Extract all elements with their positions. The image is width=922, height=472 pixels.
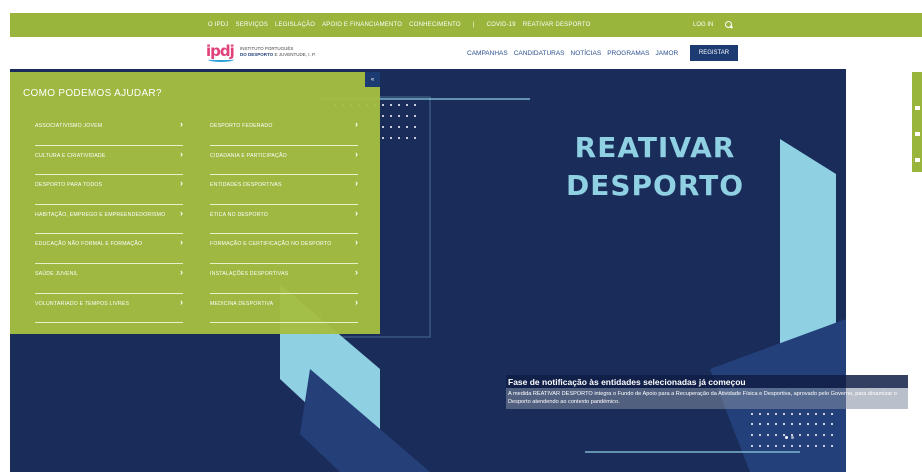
carousel-dots bbox=[785, 436, 794, 439]
chevron-right-icon: › bbox=[180, 266, 183, 277]
topnav-item-servicos[interactable]: SERVIÇOS bbox=[236, 22, 269, 28]
search-icon[interactable] bbox=[725, 21, 733, 29]
ipdj-logo[interactable]: ipdj INSTITUTO PORTUGUÊS DO DESPORTO E J… bbox=[206, 40, 316, 64]
help-column-2: DESPORTO FEDERADO › CIDADANIA E PARTICIPA… bbox=[210, 116, 358, 324]
help-item-saude-juvenil[interactable]: SAÚDE JUVENIL › bbox=[35, 264, 183, 294]
hero-title-line-1: REATIVAR bbox=[574, 131, 736, 164]
nav-noticias[interactable]: NOTÍCIAS bbox=[571, 50, 602, 57]
slide-caption[interactable]: Fase de notificação às entidades selecio… bbox=[506, 375, 908, 409]
help-item-label: ÉTICA NO DESPORTO bbox=[210, 211, 268, 218]
topnav-item-legislacao[interactable]: LEGISLAÇÃO bbox=[275, 22, 315, 28]
chevron-right-icon: › bbox=[180, 296, 183, 307]
topnav-item-apoio[interactable]: APOIO E FINANCIAMENTO bbox=[322, 22, 402, 28]
social-side-widget bbox=[912, 72, 922, 172]
topnav-item-o-ipdj[interactable]: O IPDJ bbox=[208, 22, 229, 28]
topnav-item-reativar[interactable]: REATIVAR DESPORTO bbox=[523, 22, 591, 28]
help-item-educacao[interactable]: EDUCAÇÃO NÃO FORMAL E FORMAÇÃO › bbox=[35, 234, 183, 264]
carousel-dot-1[interactable] bbox=[785, 436, 788, 439]
top-nav: O IPDJ SERVIÇOS LEGISLAÇÃO APOIO E FINAN… bbox=[208, 13, 590, 37]
hero-title-line-2: DESPORTO bbox=[565, 169, 745, 202]
chevron-right-icon: › bbox=[355, 178, 358, 189]
help-item-etica[interactable]: ÉTICA NO DESPORTO › bbox=[210, 205, 358, 235]
help-item-medicina[interactable]: MEDICINA DESPORTIVA › bbox=[210, 294, 358, 324]
help-item-label: EDUCAÇÃO NÃO FORMAL E FORMAÇÃO bbox=[35, 241, 143, 248]
logo-line-2a: DO DESPORTO bbox=[240, 52, 274, 57]
chevron-right-icon: › bbox=[180, 119, 183, 129]
help-item-label: VOLUNTARIADO E TEMPOS LIVRES bbox=[35, 300, 130, 307]
logo-mark: ipdj bbox=[206, 40, 236, 64]
register-button[interactable]: REGISTAR bbox=[690, 45, 738, 61]
help-item-formacao[interactable]: FORMAÇÃO E CERTIFICAÇÃO NO DESPORTO › bbox=[210, 234, 358, 264]
hero-title: REATIVAR DESPORTO bbox=[530, 129, 780, 205]
topnav-separator: | bbox=[472, 22, 475, 28]
top-utility-bar: O IPDJ SERVIÇOS LEGISLAÇÃO APOIO E FINAN… bbox=[10, 13, 922, 37]
logo-text: INSTITUTO PORTUGUÊS DO DESPORTO E JUVENT… bbox=[240, 46, 316, 58]
help-item-label: ASSOCIATIVISMO JOVEM bbox=[35, 123, 103, 129]
youtube-icon[interactable] bbox=[915, 158, 920, 162]
help-item-desporto-para-todos[interactable]: DESPORTO PARA TODOS › bbox=[35, 175, 183, 205]
help-item-entidades[interactable]: ENTIDADES DESPORTIVAS › bbox=[210, 175, 358, 205]
help-item-label: ENTIDADES DESPORTIVAS bbox=[210, 182, 282, 189]
login-link[interactable]: LOG IN bbox=[693, 22, 713, 28]
nav-campanhas[interactable]: CAMPANHAS bbox=[467, 50, 508, 57]
logo-line-2: DO DESPORTO E JUVENTUDE, I. P. bbox=[240, 52, 316, 58]
help-panel: COMO PODEMOS AJUDAR? « ASSOCIATIVISMO JO… bbox=[10, 72, 380, 334]
help-item-label: CIDADANIA E PARTICIPAÇÃO bbox=[210, 152, 287, 159]
chevron-right-icon: › bbox=[180, 207, 183, 218]
help-item-cultura[interactable]: CULTURA E CRIATIVIDADE › bbox=[35, 146, 183, 176]
chevron-right-icon: › bbox=[355, 266, 358, 277]
chevron-right-icon: › bbox=[355, 148, 358, 159]
help-item-label: HABITAÇÃO, EMPREGO E EMPREENDEDORISMO bbox=[35, 211, 166, 218]
logo-line-2c: , I. P. bbox=[305, 52, 316, 57]
nav-candidaturas[interactable]: CANDIDATURAS bbox=[514, 50, 565, 57]
slide-caption-title: Fase de notificação às entidades selecio… bbox=[506, 375, 908, 388]
twitter-icon[interactable] bbox=[915, 132, 920, 136]
help-item-label: MEDICINA DESPORTIVA bbox=[210, 300, 274, 307]
help-item-instalacoes[interactable]: INSTALAÇÕES DESPORTIVAS › bbox=[210, 264, 358, 294]
mail-icon[interactable] bbox=[915, 106, 920, 110]
help-item-label: DESPORTO FEDERADO bbox=[210, 123, 273, 129]
logo-line-2b: E JUVENTUDE bbox=[274, 52, 306, 57]
help-item-desporto-federado[interactable]: DESPORTO FEDERADO › bbox=[210, 116, 358, 146]
help-item-label: CULTURA E CRIATIVIDADE bbox=[35, 152, 106, 159]
carousel-dot-2[interactable] bbox=[791, 436, 794, 439]
help-item-label: FORMAÇÃO E CERTIFICAÇÃO NO DESPORTO bbox=[210, 241, 332, 248]
help-column-1: ASSOCIATIVISMO JOVEM › CULTURA E CRIATIVI… bbox=[35, 116, 183, 324]
help-panel-collapse-button[interactable]: « bbox=[365, 72, 380, 87]
help-item-cidadania[interactable]: CIDADANIA E PARTICIPAÇÃO › bbox=[210, 146, 358, 176]
help-item-label: INSTALAÇÕES DESPORTIVAS bbox=[210, 270, 289, 277]
main-nav: CAMPANHAS CANDIDATURAS NOTÍCIAS PROGRAMA… bbox=[467, 37, 678, 69]
main-header: ipdj INSTITUTO PORTUGUÊS DO DESPORTO E J… bbox=[10, 37, 922, 69]
chevron-right-icon: › bbox=[355, 119, 358, 129]
chevron-right-icon: › bbox=[355, 296, 358, 307]
help-item-label: DESPORTO PARA TODOS bbox=[35, 182, 103, 189]
slide-caption-text: A medida REATIVAR DESPORTO integra o Fun… bbox=[506, 388, 908, 409]
help-item-label: SAÚDE JUVENIL bbox=[35, 270, 79, 277]
login-area: LOG IN bbox=[693, 13, 733, 37]
help-item-habitacao[interactable]: HABITAÇÃO, EMPREGO E EMPREENDEDORISMO › bbox=[35, 205, 183, 235]
chevron-right-icon: › bbox=[180, 237, 183, 248]
help-panel-title: COMO PODEMOS AJUDAR? bbox=[23, 88, 162, 99]
chevron-right-icon: › bbox=[355, 207, 358, 218]
topnav-item-covid[interactable]: COVID-19 bbox=[487, 22, 516, 28]
chevron-right-icon: › bbox=[355, 237, 358, 248]
nav-jamor[interactable]: JAMOR bbox=[655, 50, 678, 57]
logo-wave-icon bbox=[208, 57, 234, 62]
topnav-item-conhecimento[interactable]: CONHECIMENTO bbox=[409, 22, 461, 28]
chevron-right-icon: › bbox=[180, 148, 183, 159]
nav-programas[interactable]: PROGRAMAS bbox=[607, 50, 649, 57]
help-item-associativismo[interactable]: ASSOCIATIVISMO JOVEM › bbox=[35, 116, 183, 146]
help-item-voluntariado[interactable]: VOLUNTARIADO E TEMPOS LIVRES › bbox=[35, 294, 183, 324]
chevron-right-icon: › bbox=[180, 178, 183, 189]
